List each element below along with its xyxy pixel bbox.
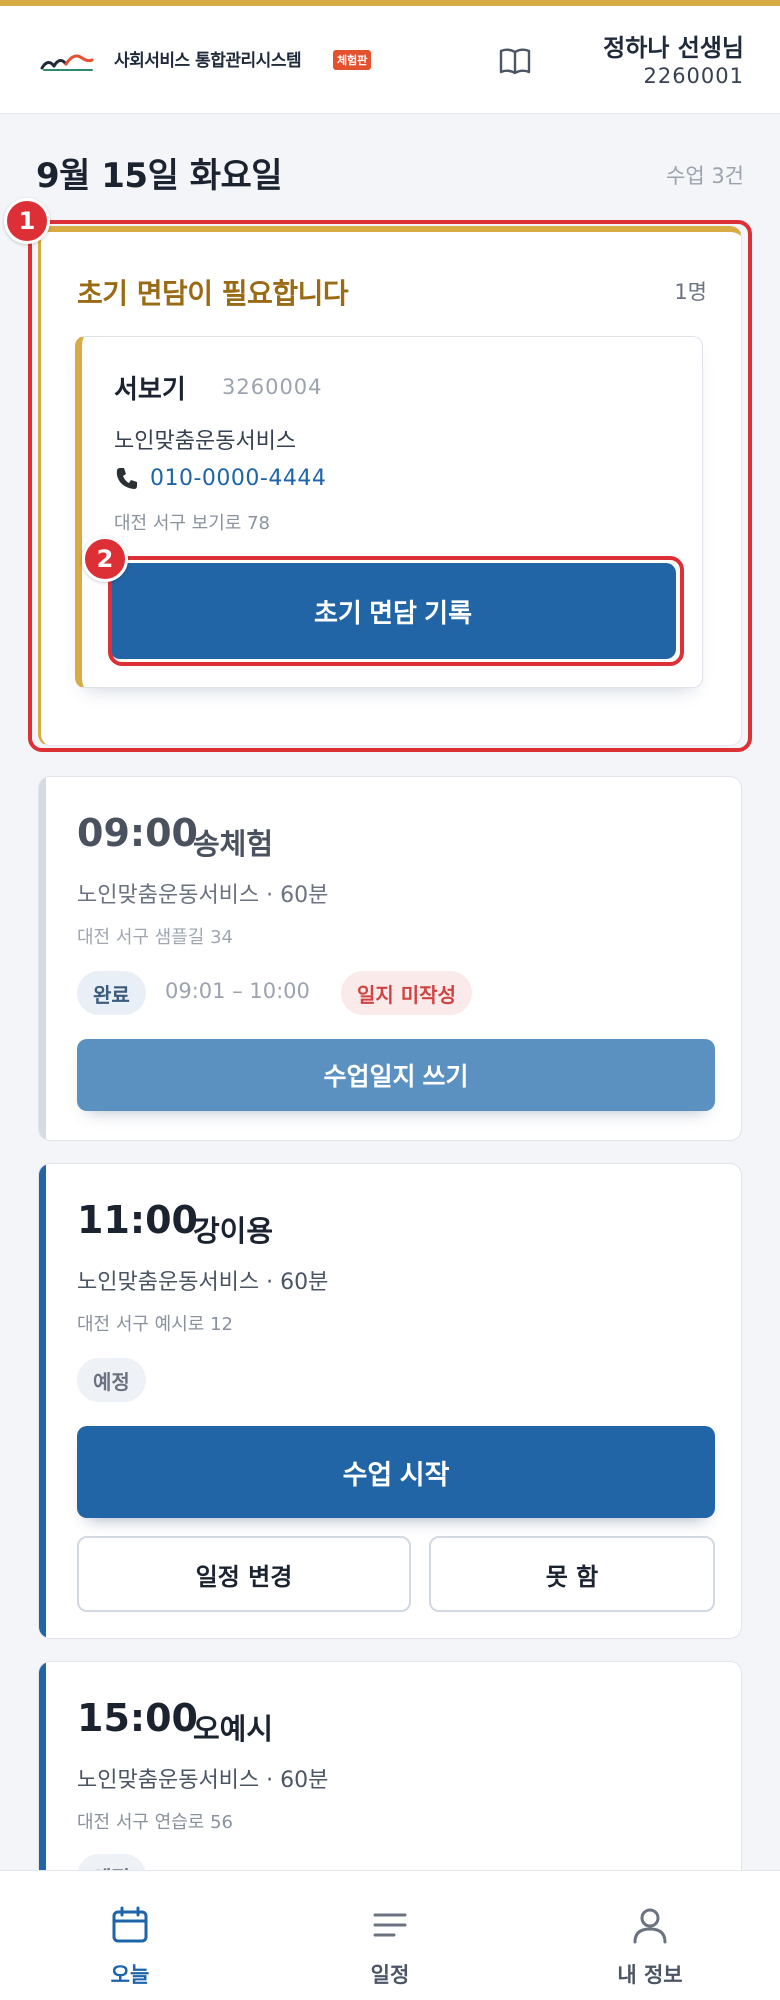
highlight-box-2 (108, 556, 684, 666)
logo-icon (40, 54, 94, 71)
app-header: 사회서비스 통합관리시스템 체험판 정하나 선생님 2260001 (0, 6, 780, 114)
class-time: 09:00 (77, 811, 198, 855)
start-class-button[interactable]: 수업 시작 (77, 1426, 715, 1518)
nav-label: 오늘 (110, 1963, 150, 1987)
book-icon[interactable] (498, 46, 532, 76)
class-person: 송체험 (193, 827, 274, 861)
class-service: 노인맞춤운동서비스 · 60분 (77, 883, 329, 908)
card-stripe (39, 777, 46, 1140)
class-count: 수업 3건 (666, 164, 744, 188)
teacher-name: 정하나 선생님 (603, 34, 744, 62)
highlight-box-1 (28, 220, 752, 752)
bottom-nav: 오늘 일정 내 정보 (0, 1870, 780, 2000)
class-time: 15:00 (77, 1696, 198, 1740)
reschedule-button[interactable]: 일정 변경 (77, 1536, 411, 1612)
nav-item-schedule[interactable]: 일정 (260, 1871, 520, 2000)
calendar-icon (112, 1906, 148, 1943)
marker-1: 1 (4, 198, 50, 244)
class-address: 대전 서구 연습로 56 (77, 1812, 233, 1833)
class-address: 대전 서구 예시로 12 (77, 1314, 233, 1335)
class-address: 대전 서구 샘플길 34 (77, 927, 233, 948)
status-badge: 예정 (77, 1358, 146, 1402)
log-status-badge: 일지 미작성 (341, 971, 472, 1015)
class-time: 11:00 (77, 1198, 198, 1242)
marker-2: 2 (82, 536, 128, 582)
class-service: 노인맞춤운동서비스 · 60분 (77, 1768, 329, 1793)
nav-item-my-info[interactable]: 내 정보 (520, 1871, 780, 2000)
status-badge: 완료 (77, 971, 146, 1015)
class-person: 강이용 (193, 1214, 274, 1248)
class-service: 노인맞춤운동서비스 · 60분 (77, 1270, 329, 1295)
nav-label: 내 정보 (617, 1963, 683, 1987)
page-title: 9월 15일 화요일 (36, 156, 283, 196)
nav-item-today[interactable]: 오늘 (0, 1871, 260, 2000)
class-card-2[interactable]: 11:00 강이용 노인맞춤운동서비스 · 60분 대전 서구 예시로 12 예… (38, 1163, 742, 1639)
class-time-range: 09:01 – 10:00 (165, 979, 310, 1003)
demo-badge: 체험판 (333, 50, 372, 70)
cannot-attend-button[interactable]: 못 함 (429, 1536, 715, 1612)
list-icon (373, 1913, 407, 1937)
write-log-button[interactable]: 수업일지 쓰기 (77, 1039, 715, 1111)
class-person: 오예시 (193, 1712, 274, 1746)
card-stripe (39, 1164, 46, 1638)
app-title: 사회서비스 통합관리시스템 (114, 51, 302, 71)
user-icon (633, 1908, 667, 1944)
teacher-id: 2260001 (643, 64, 744, 88)
class-card-1[interactable]: 09:00 송체험 노인맞춤운동서비스 · 60분 대전 서구 샘플길 34 완… (38, 776, 742, 1141)
nav-label: 일정 (370, 1963, 410, 1987)
